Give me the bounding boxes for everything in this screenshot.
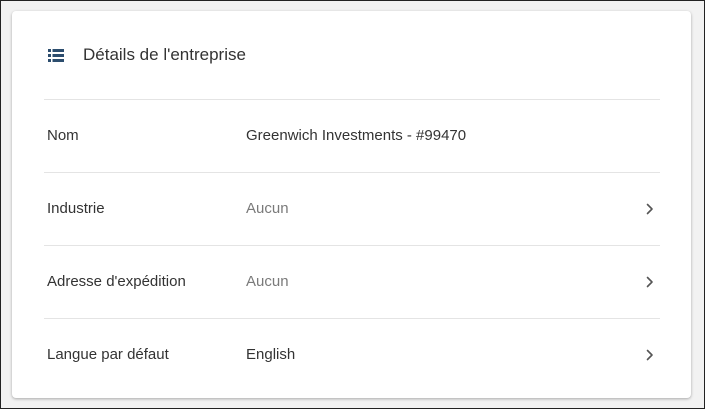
detail-row-default-language[interactable]: Langue par défaut English [44,318,660,391]
window-frame: Détails de l'entreprise Nom Greenwich In… [0,0,705,409]
chevron-right-icon [646,203,653,215]
row-value: Greenwich Investments - #99470 [246,127,467,144]
card-title: Détails de l'entreprise [83,45,246,64]
row-label: Langue par défaut [47,346,169,363]
row-label: Nom [47,127,79,144]
row-label: Adresse d'expédition [47,273,186,290]
details-list: Nom Greenwich Investments - #99470 Indus… [44,99,660,391]
row-label: Industrie [47,200,105,217]
list-icon [48,49,64,62]
row-value: English [246,346,296,363]
chevron-right-icon [646,276,653,288]
card-header: Détails de l'entreprise [12,11,691,99]
detail-row-name: Nom Greenwich Investments - #99470 [44,99,660,172]
detail-row-industry[interactable]: Industrie Aucun [44,172,660,245]
row-value: Aucun [246,273,289,290]
row-value: Aucun [246,200,289,217]
detail-row-shipping-address[interactable]: Adresse d'expédition Aucun [44,245,660,318]
company-details-card: Détails de l'entreprise Nom Greenwich In… [12,11,691,398]
chevron-right-icon [646,349,653,361]
